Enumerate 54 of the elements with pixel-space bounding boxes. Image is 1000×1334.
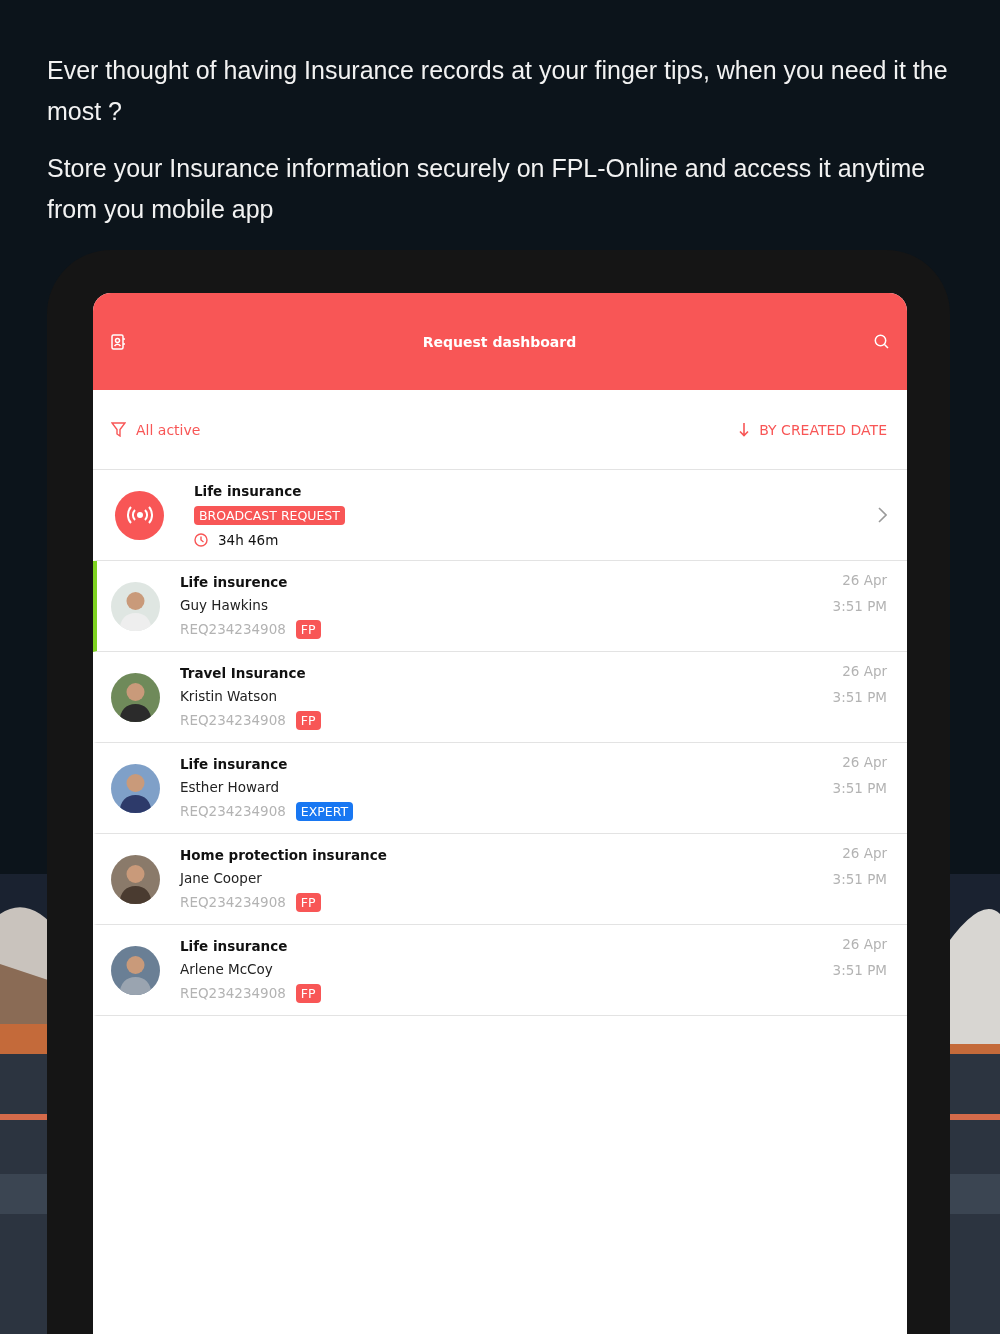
broadcast-icon (115, 490, 164, 540)
request-time: 3:51 PM (832, 780, 887, 796)
request-id: REQ234234908 (180, 894, 286, 910)
request-row[interactable]: Home protection insurance Jane Cooper REQ234234908 FP 26 Apr 3:51 PM (93, 834, 907, 925)
request-tag: FP (295, 710, 321, 730)
request-time: 3:51 PM (832, 598, 887, 614)
client-name: Kristin Watson (180, 687, 278, 704)
request-time: 3:51 PM (832, 689, 887, 705)
request-tag: FP (295, 892, 321, 912)
request-time: 3:51 PM (832, 871, 887, 887)
request-row[interactable]: Life insurance Arlene McCoy REQ234234908 FP 26 Apr 3:51 PM (93, 925, 907, 1016)
avatar (111, 672, 160, 722)
request-date: 26 Apr (842, 572, 887, 588)
intro-text: Store your Insurance information securely on FPL-Online and access it anytime from you mobile app (47, 153, 927, 225)
client-name: Esther Howard (180, 778, 281, 795)
broadcast-row[interactable]: Life insurance BROADCAST REQUEST 34h 46m (93, 470, 907, 561)
request-id: REQ234234908 (180, 712, 286, 728)
request-date: 26 Apr (842, 845, 887, 861)
timer-text: 34h 46m (218, 531, 279, 548)
request-id: REQ234234908 (180, 985, 286, 1001)
avatar (111, 763, 160, 813)
request-title: Life insurance (180, 937, 289, 954)
contacts-icon[interactable] (111, 333, 125, 350)
client-name: Jane Cooper (180, 869, 263, 886)
search-icon[interactable] (874, 334, 889, 349)
request-row[interactable]: Life insurence Guy Hawkins REQ234234908 FP 26 Apr 3:51 PM (93, 561, 907, 652)
chevron-right-icon (877, 507, 887, 523)
request-date: 26 Apr (842, 936, 887, 952)
client-name: Arlene McCoy (180, 960, 274, 977)
broadcast-badge: BROADCAST REQUEST (194, 505, 345, 525)
arrow-down-icon (739, 422, 750, 437)
request-title: Life insurance (180, 755, 289, 772)
request-row[interactable]: Travel Insurance Kristin Watson REQ234234908 FP 26 Apr 3:51 PM (93, 652, 907, 743)
avatar (111, 581, 160, 631)
filter-icon (111, 422, 126, 437)
request-tag: EXPERT (295, 801, 354, 821)
clock-icon (194, 532, 208, 547)
screen-title: Request dashboard (422, 333, 577, 350)
request-date: 26 Apr (842, 663, 887, 679)
request-row[interactable]: Life insurance Esther Howard REQ234234908 EXPERT 26 Apr 3:51 PM (93, 743, 907, 834)
intro-text: Ever thought of having Insurance records at your finger tips, when you need it the most ? (47, 55, 949, 127)
client-name: Guy Hawkins (180, 596, 269, 613)
request-id: REQ234234908 (180, 621, 286, 637)
request-title: Home protection insurance (180, 846, 388, 863)
avatar (111, 945, 160, 995)
request-id: REQ234234908 (180, 803, 286, 819)
request-title: Life insurance (194, 482, 303, 499)
request-time: 3:51 PM (832, 962, 887, 978)
avatar (111, 854, 160, 904)
request-tag: FP (295, 619, 321, 639)
request-tag: FP (295, 983, 321, 1003)
request-title: Life insurence (180, 573, 289, 590)
request-date: 26 Apr (842, 754, 887, 770)
request-title: Travel Insurance (180, 664, 307, 681)
